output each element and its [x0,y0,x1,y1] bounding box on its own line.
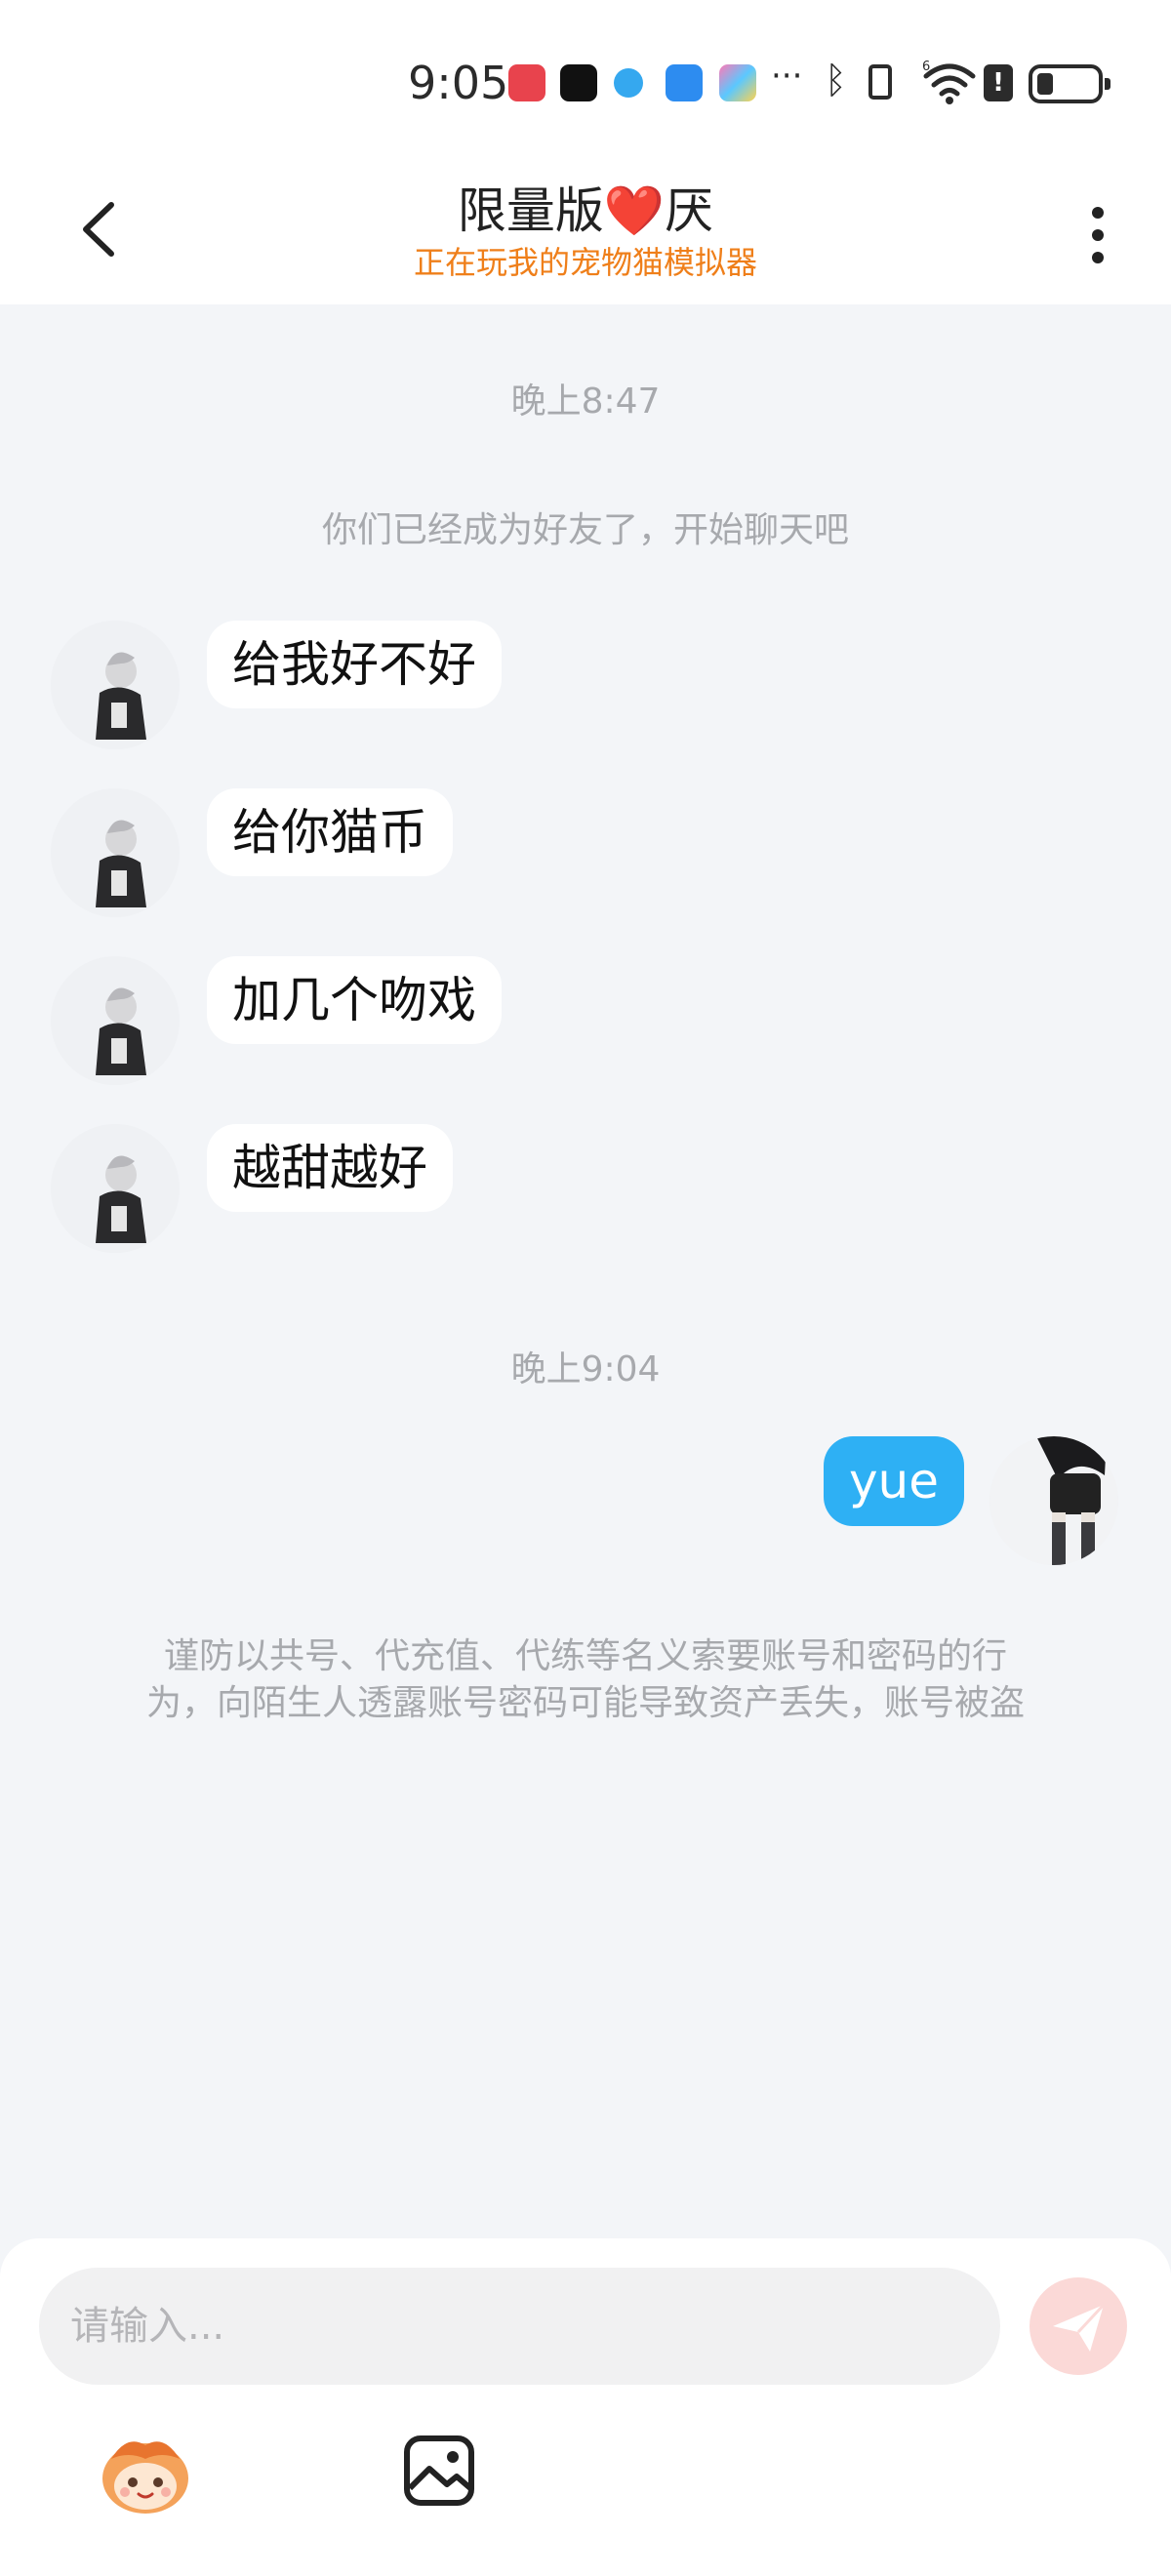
incoming-message[interactable]: 加几个吻戏 [207,956,502,1044]
map-app-icon [666,64,703,101]
mascot-emoji-icon[interactable] [98,2430,193,2517]
bluetooth-icon: ᛒ [825,59,847,101]
composer-panel [0,2238,1171,2576]
tiktok-app-icon [560,64,597,101]
send-button[interactable] [1030,2277,1127,2375]
timestamp-9-04: 晚上9:04 [510,1349,661,1389]
image-gallery-icon[interactable] [402,2434,476,2508]
chat-title: 限量版❤️厌 [0,172,1171,242]
friend-avatar[interactable] [51,956,180,1085]
status-bar: 9:05 ··· ᛒ 6 ! [0,0,1171,166]
security-warning-line-2: 为，向陌生人透露账号密码可能导致资产丢失，账号被盗 [145,1683,1025,1723]
huawei-app-icon [508,64,545,101]
status-time: 9:05 [408,57,509,109]
incoming-message[interactable]: 给你猫币 [207,788,453,876]
incoming-message[interactable]: 越甜越好 [207,1124,453,1212]
battery-icon [1029,64,1110,103]
security-warning-line-1: 谨防以共号、代充值、代练等名义索要账号和密码的行 [163,1636,1007,1676]
user-avatar[interactable] [989,1436,1118,1565]
store-app-icon [719,64,756,101]
incoming-message[interactable]: 给我好不好 [207,621,502,708]
more-notifications-icon: ··· [771,57,803,96]
more-vertical-icon[interactable] [1083,201,1112,269]
vibrate-icon [868,64,892,100]
network-generation-label: 6 [922,60,930,74]
wifi-icon: 6 [922,60,976,104]
friend-avatar[interactable] [51,621,180,749]
message-input[interactable] [39,2268,1000,2385]
send-paper-plane-icon [1053,2303,1106,2352]
friend-avatar[interactable] [51,1124,180,1253]
heart-icon: ❤️ [603,182,666,239]
chat-header: 限量版❤️厌 正在玩我的宠物猫模拟器 [0,166,1171,304]
title-text-prefix: 限量版 [457,182,604,239]
alert-icon: ! [984,64,1013,101]
system-message: 你们已经成为好友了，开始聊天吧 [321,510,849,550]
game-status-subtitle: 正在玩我的宠物猫模拟器 [413,244,757,281]
outgoing-message[interactable]: yue [823,1436,964,1526]
browser-app-icon [614,68,643,98]
friend-avatar[interactable] [51,788,180,917]
timestamp-8-47: 晚上8:47 [510,382,661,422]
security-warning: 谨防以共号、代充值、代练等名义索要账号和密码的行 为，向陌生人透露账号密码可能导… [88,1633,1083,1727]
title-text-suffix: 厌 [665,182,714,239]
